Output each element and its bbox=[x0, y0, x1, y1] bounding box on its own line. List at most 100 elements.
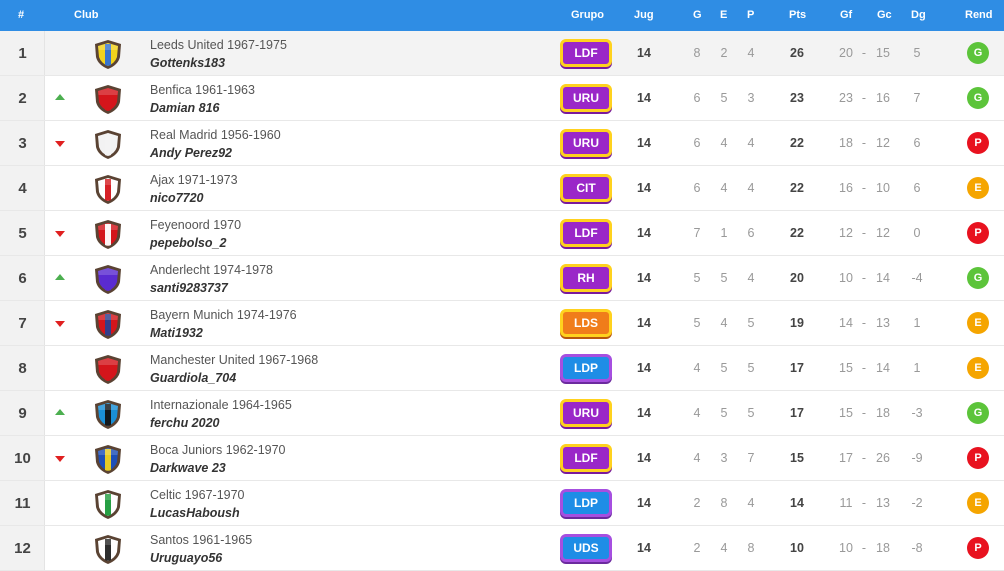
goals-for: 10 bbox=[839, 541, 853, 555]
group-badge[interactable]: LDS bbox=[560, 309, 612, 337]
group-badge[interactable]: CIT bbox=[560, 174, 612, 202]
table-row[interactable]: 5 Feyenoord 1970 pepebolso_2 LDF 14 7 1 … bbox=[0, 211, 1004, 256]
losses: 4 bbox=[747, 181, 755, 195]
header-club[interactable]: Club bbox=[74, 9, 98, 21]
club-name[interactable]: Celtic 1967-1970 bbox=[150, 488, 245, 502]
group-badge[interactable]: LDF bbox=[560, 219, 612, 247]
losses: 4 bbox=[747, 271, 755, 285]
goals-for: 16 bbox=[839, 181, 853, 195]
position: 8 bbox=[18, 360, 27, 377]
goals-against: 13 bbox=[876, 316, 890, 330]
table-header: # Club Grupo Jug G E P Pts Gf Gc Dg Rend bbox=[0, 0, 1004, 31]
club-badge-icon[interactable] bbox=[92, 443, 124, 475]
club-badge-icon[interactable] bbox=[92, 128, 124, 160]
manager-name[interactable]: Mati1932 bbox=[150, 326, 203, 340]
club-badge-icon[interactable] bbox=[92, 353, 124, 385]
group-badge[interactable]: LDF bbox=[560, 39, 612, 67]
wins: 2 bbox=[693, 541, 701, 555]
header-pts[interactable]: Pts bbox=[789, 9, 806, 21]
played: 14 bbox=[637, 271, 651, 285]
table-row[interactable]: 10 Boca Juniors 1962-1970 Darkwave 23 LD… bbox=[0, 436, 1004, 481]
table-row[interactable]: 2 Benfica 1961-1963 Damian 816 URU 14 6 … bbox=[0, 76, 1004, 121]
group-badge[interactable]: URU bbox=[560, 129, 612, 157]
group-badge[interactable]: UDS bbox=[560, 534, 612, 562]
table-row[interactable]: 1 Leeds United 1967-1975 Gottenks183 LDF… bbox=[0, 31, 1004, 76]
club-name[interactable]: Real Madrid 1956-1960 bbox=[150, 128, 281, 142]
performance-badge: G bbox=[967, 42, 989, 64]
goal-difference: 1 bbox=[913, 316, 921, 330]
manager-name[interactable]: nico7720 bbox=[150, 191, 204, 205]
table-row[interactable]: 6 Anderlecht 1974-1978 santi9283737 RH 1… bbox=[0, 256, 1004, 301]
table-row[interactable]: 4 Ajax 1971-1973 nico7720 CIT 14 6 4 4 2… bbox=[0, 166, 1004, 211]
manager-name[interactable]: Uruguayo56 bbox=[150, 551, 222, 565]
club-name[interactable]: Santos 1961-1965 bbox=[150, 533, 252, 547]
club-name[interactable]: Benfica 1961-1963 bbox=[150, 83, 255, 97]
wins: 8 bbox=[693, 46, 701, 60]
table-row[interactable]: 8 Manchester United 1967-1968 Guardiola_… bbox=[0, 346, 1004, 391]
club-badge-icon[interactable] bbox=[92, 38, 124, 70]
header-dg[interactable]: Dg bbox=[911, 9, 926, 21]
wins: 7 bbox=[693, 226, 701, 240]
manager-name[interactable]: Andy Perez92 bbox=[150, 146, 232, 160]
club-badge-icon[interactable] bbox=[92, 173, 124, 205]
manager-name[interactable]: santi9283737 bbox=[150, 281, 228, 295]
wins: 2 bbox=[693, 496, 701, 510]
club-badge-icon[interactable] bbox=[92, 488, 124, 520]
header-p[interactable]: P bbox=[747, 9, 754, 21]
header-jug[interactable]: Jug bbox=[634, 9, 654, 21]
club-name[interactable]: Manchester United 1967-1968 bbox=[150, 353, 318, 367]
header-rend[interactable]: Rend bbox=[965, 9, 993, 21]
club-badge-icon[interactable] bbox=[92, 308, 124, 340]
group-badge[interactable]: LDP bbox=[560, 489, 612, 517]
header-gf[interactable]: Gf bbox=[840, 9, 852, 21]
club-name[interactable]: Bayern Munich 1974-1976 bbox=[150, 308, 297, 322]
manager-name[interactable]: ferchu 2020 bbox=[150, 416, 219, 430]
performance-badge: P bbox=[967, 132, 989, 154]
manager-name[interactable]: pepebolso_2 bbox=[150, 236, 226, 250]
performance-badge: P bbox=[967, 537, 989, 559]
goals-against: 13 bbox=[876, 496, 890, 510]
club-name[interactable]: Anderlecht 1974-1978 bbox=[150, 263, 273, 277]
club-badge-icon[interactable] bbox=[92, 83, 124, 115]
club-name[interactable]: Leeds United 1967-1975 bbox=[150, 38, 287, 52]
table-row[interactable]: 12 Santos 1961-1965 Uruguayo56 UDS 14 2 … bbox=[0, 526, 1004, 571]
club-name[interactable]: Internazionale 1964-1965 bbox=[150, 398, 292, 412]
manager-name[interactable]: Darkwave 23 bbox=[150, 461, 226, 475]
goals-separator: - bbox=[861, 46, 867, 60]
manager-name[interactable]: Guardiola_704 bbox=[150, 371, 236, 385]
group-badge[interactable]: URU bbox=[560, 84, 612, 112]
club-badge-icon[interactable] bbox=[92, 218, 124, 250]
header-g[interactable]: G bbox=[693, 9, 702, 21]
draws: 5 bbox=[720, 406, 728, 420]
header-gc[interactable]: Gc bbox=[877, 9, 892, 21]
losses: 7 bbox=[747, 451, 755, 465]
goal-difference: -9 bbox=[911, 451, 923, 465]
goals-for: 20 bbox=[839, 46, 853, 60]
club-badge-icon[interactable] bbox=[92, 263, 124, 295]
played: 14 bbox=[637, 406, 651, 420]
header-grupo[interactable]: Grupo bbox=[571, 9, 604, 21]
goals-separator: - bbox=[861, 271, 867, 285]
club-name[interactable]: Ajax 1971-1973 bbox=[150, 173, 238, 187]
draws: 2 bbox=[720, 46, 728, 60]
table-row[interactable]: 3 Real Madrid 1956-1960 Andy Perez92 URU… bbox=[0, 121, 1004, 166]
header-e[interactable]: E bbox=[720, 9, 727, 21]
table-row[interactable]: 9 Internazionale 1964-1965 ferchu 2020 U… bbox=[0, 391, 1004, 436]
table-row[interactable]: 11 Celtic 1967-1970 LucasHaboush LDP 14 … bbox=[0, 481, 1004, 526]
club-name[interactable]: Boca Juniors 1962-1970 bbox=[150, 443, 286, 457]
club-badge-icon[interactable] bbox=[92, 398, 124, 430]
group-badge[interactable]: LDF bbox=[560, 444, 612, 472]
goal-difference: 0 bbox=[913, 226, 921, 240]
group-badge[interactable]: RH bbox=[560, 264, 612, 292]
manager-name[interactable]: LucasHaboush bbox=[150, 506, 240, 520]
played: 14 bbox=[637, 496, 651, 510]
table-row[interactable]: 7 Bayern Munich 1974-1976 Mati1932 LDS 1… bbox=[0, 301, 1004, 346]
goals-against: 14 bbox=[876, 271, 890, 285]
manager-name[interactable]: Gottenks183 bbox=[150, 56, 225, 70]
manager-name[interactable]: Damian 816 bbox=[150, 101, 219, 115]
performance-badge: E bbox=[967, 357, 989, 379]
group-badge[interactable]: URU bbox=[560, 399, 612, 427]
club-badge-icon[interactable] bbox=[92, 533, 124, 565]
group-badge[interactable]: LDP bbox=[560, 354, 612, 382]
club-name[interactable]: Feyenoord 1970 bbox=[150, 218, 241, 232]
